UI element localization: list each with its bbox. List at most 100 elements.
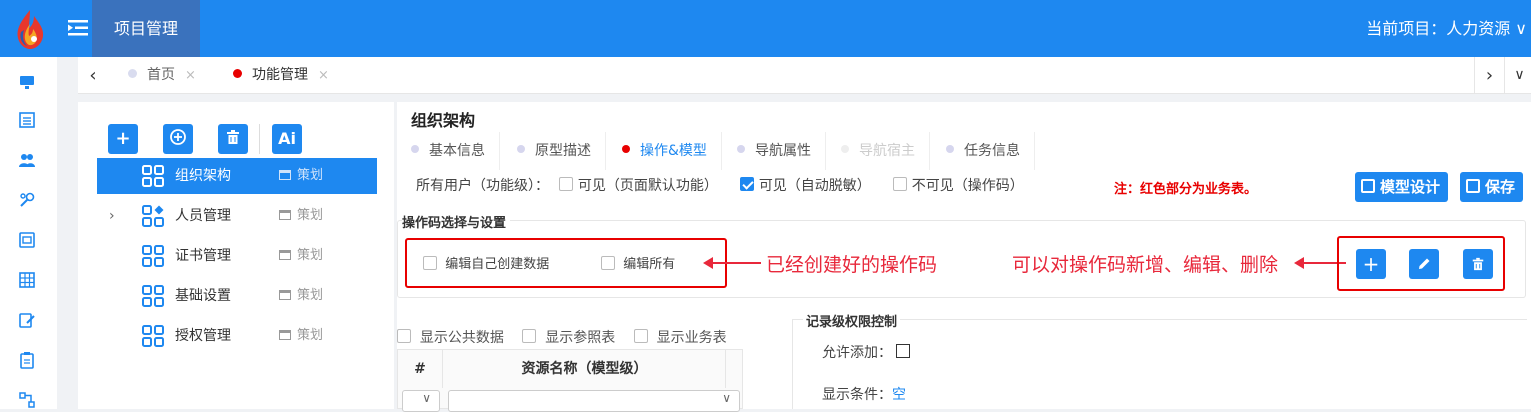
- subtab-dot: [622, 145, 630, 153]
- column-header-resource-name[interactable]: 资源名称（模型级）: [444, 350, 726, 388]
- subtab-dot: [841, 145, 849, 153]
- grid-icon: [142, 325, 164, 347]
- tree-item-tag: 策划: [279, 278, 323, 314]
- opcode-section-title: 操作码选择与设置: [402, 212, 511, 231]
- opcode-edit-all[interactable]: 编辑所有: [601, 253, 675, 272]
- grid-icon: [142, 245, 164, 267]
- tab-status-dot: [233, 68, 242, 78]
- save-button[interactable]: 保存: [1460, 172, 1524, 202]
- visible-default-option[interactable]: 可见（页面默认功能）: [559, 177, 718, 194]
- grid-diamond-icon: [142, 205, 164, 227]
- grid-icon: [142, 165, 164, 187]
- opcode-edit-own[interactable]: 编辑自己创建数据: [423, 253, 549, 272]
- checkbox[interactable]: [397, 329, 411, 343]
- tab-status-dot: [128, 68, 137, 78]
- clipboard-icon[interactable]: [18, 351, 36, 369]
- edit-opcode-button[interactable]: [1409, 249, 1439, 279]
- invisible-opcode-option[interactable]: 不可见（操作码）: [893, 177, 1024, 194]
- subtab-dot: [946, 145, 954, 153]
- checkbox[interactable]: [559, 177, 574, 191]
- edit-document-icon[interactable]: [18, 311, 36, 329]
- checkbox-checked[interactable]: [740, 177, 755, 191]
- delete-opcode-button[interactable]: [1463, 249, 1493, 279]
- tree-item-label: 人员管理: [175, 208, 231, 224]
- calendar-icon: [279, 289, 291, 300]
- tab-scroll-right-button[interactable]: ›: [1474, 57, 1504, 94]
- calendar-icon: [279, 169, 291, 180]
- menu-toggle-icon[interactable]: [68, 19, 88, 37]
- current-project-selector[interactable]: 当前项目：人力资源 ∨: [1366, 0, 1527, 57]
- tree-item-label: 组织架构: [175, 168, 231, 184]
- list-icon[interactable]: [18, 111, 36, 129]
- permission-label: 所有用户（功能级）：: [416, 178, 549, 194]
- tab-scroll-left-button[interactable]: ‹: [78, 57, 108, 94]
- tab-dropdown-button[interactable]: ∨: [1504, 57, 1531, 94]
- column-header-index: #: [398, 350, 443, 388]
- tab-close-icon[interactable]: ×: [318, 68, 329, 83]
- tab-function-management[interactable]: 功能管理 ×: [233, 57, 329, 94]
- toolbar-divider: [259, 124, 260, 154]
- subtab-operation-model[interactable]: 操作&模型: [622, 132, 722, 170]
- tree-item-tag: 策划: [279, 238, 323, 274]
- delete-button[interactable]: [218, 124, 248, 154]
- edit-box-icon: [1361, 178, 1375, 193]
- subtab-task-info[interactable]: 任务信息: [946, 132, 1035, 170]
- tree-item-org-structure[interactable]: 组织架构 策划: [97, 158, 377, 194]
- resource-grid: # 资源名称（模型级） ∨ ∨: [397, 349, 743, 412]
- add-circle-icon: [170, 129, 186, 145]
- show-business-table-option[interactable]: 显示业务表: [633, 329, 727, 346]
- top-bar: 项目管理 当前项目：人力资源 ∨: [0, 0, 1531, 57]
- tree-item-certificates[interactable]: 证书管理 策划: [97, 238, 377, 274]
- tree-item-personnel[interactable]: › 人员管理 策划: [97, 198, 377, 234]
- expand-chevron-icon[interactable]: ›: [109, 198, 115, 234]
- add-button[interactable]: +: [108, 124, 138, 154]
- tab-home[interactable]: 首页 ×: [128, 57, 196, 94]
- show-reference-table-option[interactable]: 显示参照表: [522, 329, 615, 346]
- checkbox[interactable]: [522, 329, 537, 343]
- flow-icon[interactable]: [18, 391, 36, 409]
- users-icon[interactable]: [18, 151, 36, 169]
- ai-button[interactable]: Ai: [272, 124, 302, 154]
- tree-item-basic-settings[interactable]: 基础设置 策划: [97, 278, 377, 314]
- allow-add-row: 允许添加：: [822, 342, 911, 362]
- trash-icon: [227, 130, 239, 144]
- record-control-title: 记录级权限控制: [803, 311, 901, 330]
- checkbox[interactable]: [893, 177, 908, 191]
- annotation-existing-opcodes: 已经创建好的操作码: [766, 254, 938, 276]
- subtab-dot: [411, 145, 419, 153]
- function-tree-panel: + Ai 组织架构 策划 › 人员管理 策划 证书管理 策划 基础设置 策划 授…: [78, 102, 394, 409]
- subtab-basic-info[interactable]: 基本信息: [411, 132, 500, 170]
- tree-item-authorization[interactable]: 授权管理 策划: [97, 318, 377, 354]
- allow-add-label: 允许添加：: [822, 345, 892, 361]
- show-public-data-option[interactable]: 显示公共数据: [397, 329, 504, 346]
- grid-icon: [142, 285, 164, 307]
- tools-icon[interactable]: [18, 191, 36, 209]
- condition-value-link[interactable]: 空: [892, 387, 906, 403]
- checkbox[interactable]: [601, 255, 615, 270]
- project-management-tab[interactable]: 项目管理: [92, 0, 200, 57]
- calendar-icon: [279, 329, 291, 340]
- model-design-button[interactable]: 模型设计: [1355, 172, 1449, 202]
- show-options-row: 显示公共数据 显示参照表 显示业务表: [397, 327, 727, 347]
- checkbox[interactable]: [423, 255, 437, 270]
- checkbox[interactable]: [633, 329, 648, 343]
- annotation-arrow-left: [703, 257, 761, 269]
- add-opcode-button[interactable]: +: [1356, 249, 1386, 279]
- business-table-note: 注：红色部分为业务表。: [1114, 182, 1258, 197]
- table-icon[interactable]: [18, 271, 36, 289]
- monitor-icon[interactable]: [18, 73, 36, 91]
- visible-masked-option[interactable]: 可见（自动脱敏）: [740, 177, 871, 194]
- subtab-nav-host: 导航宿主: [841, 132, 930, 170]
- condition-label: 显示条件：: [822, 387, 892, 403]
- download-icon: [1466, 178, 1480, 193]
- tab-close-icon[interactable]: ×: [185, 68, 196, 83]
- add-child-button[interactable]: [163, 124, 193, 154]
- subtab-prototype[interactable]: 原型描述: [517, 132, 606, 170]
- display-condition-row: 显示条件：空: [822, 384, 906, 404]
- subtab-nav-attributes[interactable]: 导航属性: [737, 132, 826, 170]
- annotation-opcode-actions: 可以对操作码新增、编辑、删除: [1012, 254, 1279, 276]
- tree-item-tag: 策划: [279, 158, 323, 194]
- subtab-dot: [737, 145, 745, 153]
- document-icon[interactable]: [18, 231, 36, 249]
- allow-add-checkbox[interactable]: [896, 344, 911, 358]
